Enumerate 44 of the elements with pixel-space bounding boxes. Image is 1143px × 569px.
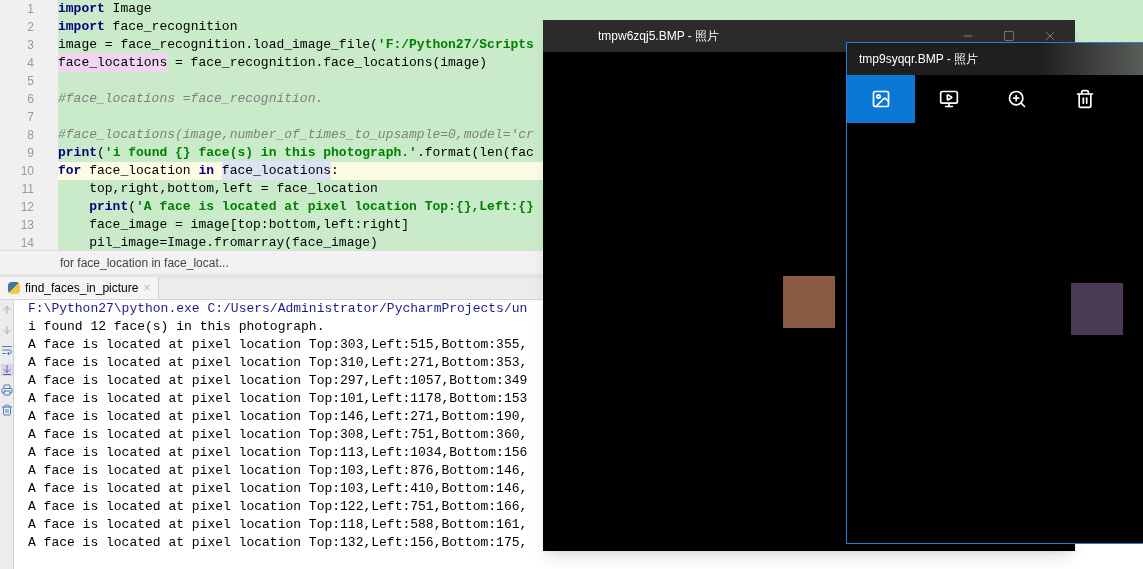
console-output: A face is located at pixel location Top:103,Left:410,Bottom:146, bbox=[28, 480, 528, 499]
console-output: A face is located at pixel location Top:113,Left:1034,Bottom:156 bbox=[28, 444, 528, 463]
close-icon[interactable] bbox=[1043, 29, 1057, 43]
console-command: F:\Python27\python.exe C:/Users/Administrator/PycharmProjects/un bbox=[28, 300, 528, 319]
console-output: A face is located at pixel location Top:122,Left:751,Bottom:166, bbox=[28, 498, 528, 517]
photo-placeholder bbox=[783, 276, 835, 328]
line-number: 1 bbox=[27, 1, 34, 18]
console-output: A face is located at pixel location Top:118,Left:588,Bottom:161, bbox=[28, 516, 528, 535]
window-title: tmp9syqqr.BMP - 照片 bbox=[859, 51, 979, 68]
line-number: 11 bbox=[21, 181, 34, 198]
line-number: 7 bbox=[27, 109, 34, 126]
line-number: 5 bbox=[27, 73, 34, 90]
breadcrumb[interactable]: for face_location in face_locat... bbox=[60, 253, 229, 272]
console-output: A face is located at pixel location Top:101,Left:1178,Bottom:153 bbox=[28, 390, 528, 409]
trash-icon[interactable] bbox=[0, 404, 13, 416]
line-number: 2 bbox=[27, 19, 34, 36]
console-output: i found 12 face(s) in this photograph. bbox=[28, 318, 325, 337]
line-number: 3 bbox=[27, 37, 34, 54]
line-number: 10 bbox=[20, 163, 34, 180]
console-output: A face is located at pixel location Top:303,Left:515,Bottom:355, bbox=[28, 336, 528, 355]
wrap-text-icon[interactable] bbox=[0, 344, 13, 356]
image-icon bbox=[871, 89, 891, 109]
photo-placeholder bbox=[1071, 283, 1123, 335]
slideshow-icon bbox=[939, 89, 959, 109]
line-number: 6 bbox=[27, 91, 34, 108]
console-output: A face is located at pixel location Top:310,Left:271,Bottom:353, bbox=[28, 354, 528, 373]
line-number: 13 bbox=[20, 217, 34, 234]
line-number: 9 bbox=[27, 145, 34, 162]
console-output: A face is located at pixel location Top:146,Left:271,Bottom:190, bbox=[28, 408, 528, 427]
console-output: A face is located at pixel location Top:132,Left:156,Bottom:175, bbox=[28, 534, 528, 553]
line-number: 12 bbox=[20, 199, 34, 216]
line-number: 4 bbox=[27, 55, 34, 72]
console-output: A face is located at pixel location Top:308,Left:751,Bottom:360, bbox=[28, 426, 528, 445]
zoom-in-icon bbox=[1007, 89, 1027, 109]
python-icon bbox=[8, 282, 20, 294]
line-number: 8 bbox=[27, 127, 34, 144]
print-icon[interactable] bbox=[0, 384, 13, 396]
line-number: 14 bbox=[20, 235, 34, 250]
run-tab[interactable]: find_faces_in_picture × bbox=[0, 277, 160, 299]
console-output: A face is located at pixel location Top:103,Left:876,Bottom:146, bbox=[28, 462, 528, 481]
scroll-to-end-icon[interactable] bbox=[0, 364, 13, 376]
maximize-icon[interactable] bbox=[1003, 30, 1015, 42]
console-output: A face is located at pixel location Top:297,Left:1057,Bottom:349 bbox=[28, 372, 528, 391]
trash-icon bbox=[1075, 89, 1095, 109]
